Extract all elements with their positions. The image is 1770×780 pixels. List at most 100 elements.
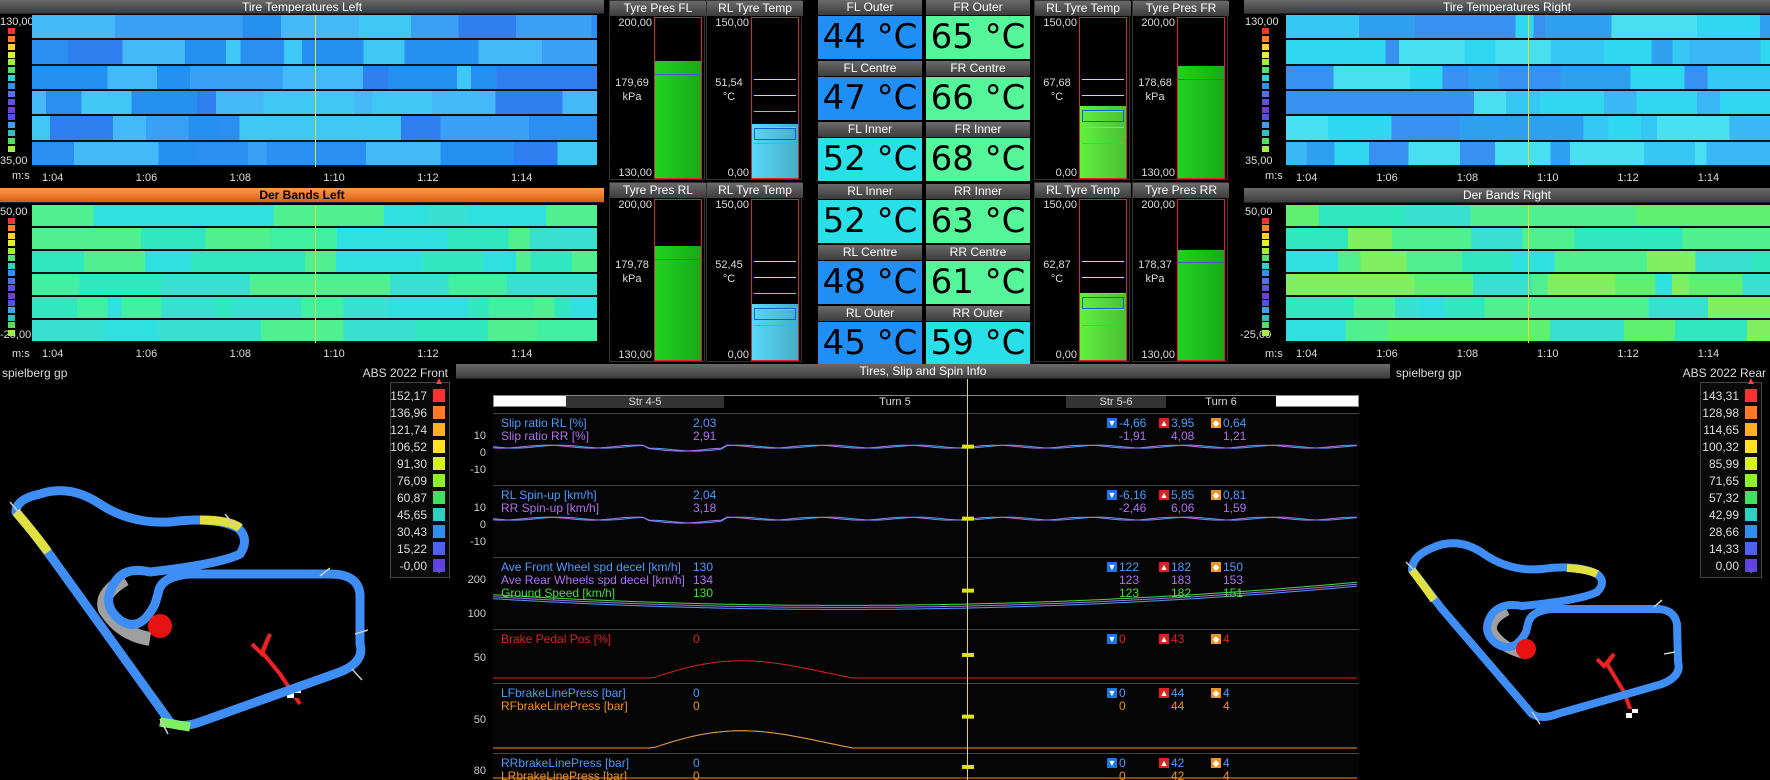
der-bands-left-header[interactable]: Der Bands Left: [0, 188, 604, 203]
scale-swatch: [8, 75, 15, 82]
plot-area[interactable]: Str 4-5 Turn 5 Str 5-6 Turn 6 Slip ratio…: [456, 379, 1390, 780]
temp-card-label: FR Inner: [926, 122, 1030, 137]
segment-turn-5[interactable]: Turn 5: [724, 396, 1066, 408]
temp-card[interactable]: FL Outer 44 °C: [818, 0, 922, 59]
time-unit-label: m:s: [1265, 348, 1283, 360]
der-bands-right-header[interactable]: Der Bands Right: [1244, 188, 1770, 203]
scale-swatch: [1262, 277, 1269, 284]
temp-card[interactable]: FL Centre 47 °C: [818, 61, 922, 120]
plot-brake[interactable]: Brake Pedal Pos [%] 0 ▼ ▲ ◆ 0 43 4: [493, 629, 1359, 681]
scale-swatch: [1262, 90, 1269, 97]
channel-min: -1,91: [1119, 429, 1147, 443]
gauge-marker: [655, 74, 701, 75]
gauge-max: 150,00: [1043, 199, 1077, 211]
gauge-pres_rl[interactable]: Tyre Pres RL 200,00 130,00 179,78 kPa: [609, 182, 706, 362]
color-scale-strip: [8, 218, 15, 336]
scale-swatch: [8, 51, 15, 58]
gauge-temp_rl_3[interactable]: RL Tyre Temp 150,00 0,00 52,45 °C: [706, 182, 803, 362]
temp-card[interactable]: RL Outer 45 °C: [818, 306, 922, 365]
channel-label: RL Spin-up [km/h]: [501, 488, 597, 502]
segment-str-5-6[interactable]: Str 5-6: [1066, 396, 1166, 408]
temp-card[interactable]: RR Inner 63 °C: [926, 184, 1030, 243]
legend-value: 30,43: [396, 525, 427, 539]
time-cursor[interactable]: [1528, 205, 1529, 343]
channel-value: 0: [693, 632, 700, 646]
temp-card[interactable]: FL Inner 52 °C: [818, 122, 922, 181]
temp-card[interactable]: RL Inner 52 °C: [818, 184, 922, 243]
gauge-max: 200,00: [618, 17, 652, 29]
time-cursor[interactable]: [967, 379, 968, 780]
temp-card[interactable]: FR Inner 68 °C: [926, 122, 1030, 181]
time-tick: 1:06: [135, 172, 158, 184]
channel-max: 42: [1171, 769, 1185, 780]
scale-swatch: [8, 277, 15, 284]
legend-swatch: [1745, 457, 1757, 470]
der-bands-left-heatmap[interactable]: [32, 205, 597, 343]
temp-card[interactable]: RR Centre 61 °C: [926, 245, 1030, 304]
legend-up-arrow-icon[interactable]: ▲: [1745, 377, 1757, 387]
gauge-temp_rl_4[interactable]: RL Tyre Temp 150,00 0,00 62,87 °C: [1034, 182, 1131, 362]
gauge-current-box: [1082, 296, 1124, 309]
max-icon: ▲: [1159, 688, 1169, 698]
gauge-title: Tyre Pres RL: [610, 183, 706, 198]
der-bands-right-heatmap[interactable]: [1286, 205, 1770, 343]
plot-slip[interactable]: Slip ratio RL [%] 2,03 ▼ ▲ ◆ -4,66 3,95 0,64 Sli…: [493, 413, 1359, 481]
cursor-marker: [962, 764, 974, 769]
scale-swatch: [1262, 285, 1269, 292]
temp-card-label: RL Outer: [818, 306, 922, 321]
channel-avg: 4: [1223, 686, 1230, 700]
track-map-rear[interactable]: spielberg gp ABS 2022 Rear 143,31 128,98 1…: [1392, 364, 1770, 780]
temp-card[interactable]: FR Outer 65 °C: [926, 0, 1030, 59]
legend-value: 106,52: [390, 440, 427, 454]
legend-swatch: [433, 389, 445, 402]
time-cursor[interactable]: [1528, 15, 1529, 167]
scale-swatch: [1262, 59, 1269, 66]
tire-temps-right-heatmap[interactable]: [1286, 15, 1770, 167]
scale-swatch: [8, 122, 15, 129]
legend-swatch: [1745, 389, 1757, 402]
scale-swatch: [1262, 299, 1269, 306]
temp-card[interactable]: RR Outer 59 °C: [926, 306, 1030, 365]
segment-bar[interactable]: Str 4-5 Turn 5 Str 5-6 Turn 6: [493, 395, 1359, 408]
temp-card-label: RR Outer: [926, 306, 1030, 321]
gauge-band-line: [1082, 276, 1124, 278]
channel-avg: 1,59: [1223, 501, 1247, 515]
gauge-pres_rr[interactable]: Tyre Pres RR 200,00 130,00 178,37 kPa: [1132, 182, 1229, 362]
segment-turn-6[interactable]: Turn 6: [1166, 396, 1276, 408]
segment-str-4-5[interactable]: Str 4-5: [566, 396, 724, 408]
track-map-front[interactable]: spielberg gp ABS 2022 Front 152,17 136,96…: [0, 364, 452, 780]
plot-speed[interactable]: Ave Front Wheel spd decel [km/h] 130 ▼ ▲ ◆ 12…: [493, 557, 1359, 625]
track-name: spielberg gp: [1396, 366, 1462, 380]
tire-temps-right-header: Tire Temperatures Right: [1244, 0, 1770, 14]
legend-down-arrow-icon[interactable]: ▼: [1745, 567, 1757, 577]
gauge-marker: [1178, 78, 1224, 80]
legend-value: 128,98: [1702, 406, 1739, 420]
avg-icon: ◆: [1211, 490, 1221, 500]
time-tick: 1:10: [323, 348, 345, 360]
legend-up-arrow-icon[interactable]: ▲: [433, 377, 445, 387]
gauge-min: 0,00: [1055, 349, 1077, 361]
scale-swatch: [1262, 314, 1269, 321]
legend-down-arrow-icon[interactable]: ▼: [433, 567, 445, 577]
gauge-temp_rl_2[interactable]: RL Tyre Temp 150,00 0,00 67,68 °C: [1034, 0, 1131, 180]
gauge-title: RL Tyre Temp: [1035, 183, 1131, 198]
temp-card[interactable]: FR Centre 66 °C: [926, 61, 1030, 120]
temp-card[interactable]: RL Centre 48 °C: [818, 245, 922, 304]
temp-card-label: FL Outer: [818, 0, 922, 15]
plot-spin[interactable]: RL Spin-up [km/h] 2,04 ▼ ▲ ◆ -6,16 5,85 0,81 RR …: [493, 485, 1359, 553]
gauge-pres_fl[interactable]: Tyre Pres FL 200,00 130,00 179,69 kPa: [609, 0, 706, 180]
tire-temps-left-heatmap[interactable]: [32, 15, 597, 167]
scale-swatch: [1262, 83, 1269, 90]
time-cursor[interactable]: [314, 205, 316, 343]
avg-icon: ◆: [1211, 562, 1221, 572]
time-cursor[interactable]: [314, 15, 316, 167]
legend-value: 57,32: [1708, 491, 1739, 505]
gauge-band-line: [754, 110, 796, 112]
plot-rear_press[interactable]: RRbrakeLinePress [bar] 0 ▼ ▲ ◆ 0 42 4 LRbrakeLin…: [493, 753, 1359, 780]
gauge-temp_rl_1[interactable]: RL Tyre Temp 150,00 0,00 51,54 °C: [706, 0, 803, 180]
plot-line_press[interactable]: LFbrakeLinePress [bar] 0 ▼ ▲ ◆ 0 44 4 RFbrakeLin…: [493, 683, 1359, 751]
legend-swatch: [1745, 491, 1757, 504]
gauge-value: 178,68: [1138, 77, 1172, 89]
cursor-marker: [962, 714, 974, 719]
gauge-pres_fr[interactable]: Tyre Pres FR 200,00 130,00 178,68 kPa: [1132, 0, 1229, 180]
